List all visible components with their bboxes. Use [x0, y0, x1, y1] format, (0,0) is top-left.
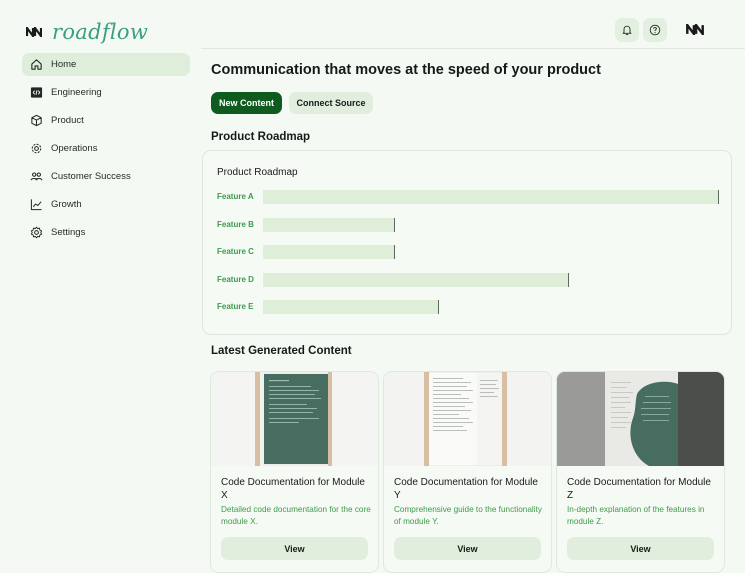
home-icon — [31, 59, 42, 70]
card-title: Code Documentation for Module Y — [394, 477, 538, 501]
roadmap-section-title: Product Roadmap — [211, 131, 311, 143]
users-icon — [30, 172, 43, 181]
brand-logo[interactable]: roadflow — [26, 20, 148, 44]
cube-icon — [31, 114, 42, 127]
roadmap-card-title: Product Roadmap — [217, 167, 298, 178]
feature-label: Feature A — [217, 192, 254, 201]
roadmap-row: Feature E — [203, 300, 731, 314]
roadmap-track — [263, 190, 719, 204]
sidebar-item-label: Home — [51, 59, 77, 70]
roadmap-row: Feature C — [203, 245, 731, 259]
feature-label: Feature E — [217, 302, 254, 311]
sidebar-item-label: Growth — [51, 199, 82, 210]
card-description: Detailed code documentation for the core… — [221, 505, 371, 526]
sidebar-item-label: Engineering — [51, 87, 102, 98]
feature-progress-bar — [263, 273, 569, 287]
roadmap-track — [263, 245, 719, 259]
feature-progress-bar — [263, 218, 396, 232]
card-description: Comprehensive guide to the functionality… — [394, 505, 542, 526]
bell-icon — [622, 25, 632, 36]
roadmap-row: Feature A — [203, 190, 731, 204]
new-content-button[interactable]: New Content — [211, 92, 282, 114]
logo-mark-icon — [686, 21, 704, 38]
sidebar: roadflow Home Engineering Product Operat… — [0, 0, 200, 573]
roadmap-card: Product Roadmap Feature A Feature B Feat… — [202, 150, 732, 335]
feature-progress-bar — [263, 245, 396, 259]
card-description: In-depth explanation of the features in … — [567, 505, 705, 526]
page-title: Communication that moves at the speed of… — [211, 62, 601, 78]
sidebar-item-label: Settings — [51, 227, 86, 238]
logo-mark-icon — [26, 27, 42, 37]
latest-content-section-title: Latest Generated Content — [211, 345, 352, 357]
content-card: Code Documentation for Module Z In-depth… — [556, 371, 725, 573]
content-card: Code Documentation for Module Y Comprehe… — [383, 371, 552, 573]
sidebar-item-product[interactable]: Product — [22, 109, 190, 132]
view-button[interactable]: View — [567, 537, 714, 560]
feature-label: Feature B — [217, 220, 254, 229]
document-thumbnail — [211, 372, 378, 466]
document-thumbnail — [557, 372, 724, 466]
brand-name: roadflow — [52, 20, 149, 44]
content-card: Code Documentation for Module X Detailed… — [210, 371, 379, 573]
sidebar-item-growth[interactable]: Growth — [22, 193, 190, 216]
roadmap-track — [263, 218, 719, 232]
sidebar-nav: Home Engineering Product Operations Cust… — [22, 53, 190, 249]
sidebar-item-label: Operations — [51, 143, 98, 154]
roadmap-track — [263, 273, 719, 287]
sidebar-item-engineering[interactable]: Engineering — [22, 81, 190, 104]
roadmap-row: Feature B — [203, 218, 731, 232]
help-icon — [649, 24, 661, 36]
roadmap-track — [263, 300, 719, 314]
sidebar-item-label: Product — [51, 115, 84, 126]
notifications-button[interactable] — [615, 18, 639, 42]
help-button[interactable] — [643, 18, 667, 42]
gear-icon — [31, 143, 42, 154]
view-button[interactable]: View — [221, 537, 368, 560]
feature-label: Feature D — [217, 275, 254, 284]
card-title: Code Documentation for Module X — [221, 477, 365, 501]
feature-label: Feature C — [217, 247, 254, 256]
avatar[interactable] — [686, 21, 704, 40]
document-thumbnail — [384, 372, 551, 466]
card-title: Code Documentation for Module Z — [567, 477, 711, 501]
settings-icon — [30, 226, 43, 239]
connect-source-button[interactable]: Connect Source — [289, 92, 373, 114]
roadmap-row: Feature D — [203, 273, 731, 287]
feature-progress-bar — [263, 190, 719, 204]
sidebar-item-settings[interactable]: Settings — [22, 221, 190, 244]
sidebar-item-customer-success[interactable]: Customer Success — [22, 165, 190, 188]
code-icon — [30, 87, 43, 98]
view-button[interactable]: View — [394, 537, 541, 560]
sidebar-item-home[interactable]: Home — [22, 53, 190, 76]
feature-progress-bar — [263, 300, 439, 314]
sidebar-item-operations[interactable]: Operations — [22, 137, 190, 160]
sidebar-item-label: Customer Success — [51, 171, 131, 182]
chart-line-icon — [30, 199, 42, 211]
header-divider — [201, 48, 745, 49]
